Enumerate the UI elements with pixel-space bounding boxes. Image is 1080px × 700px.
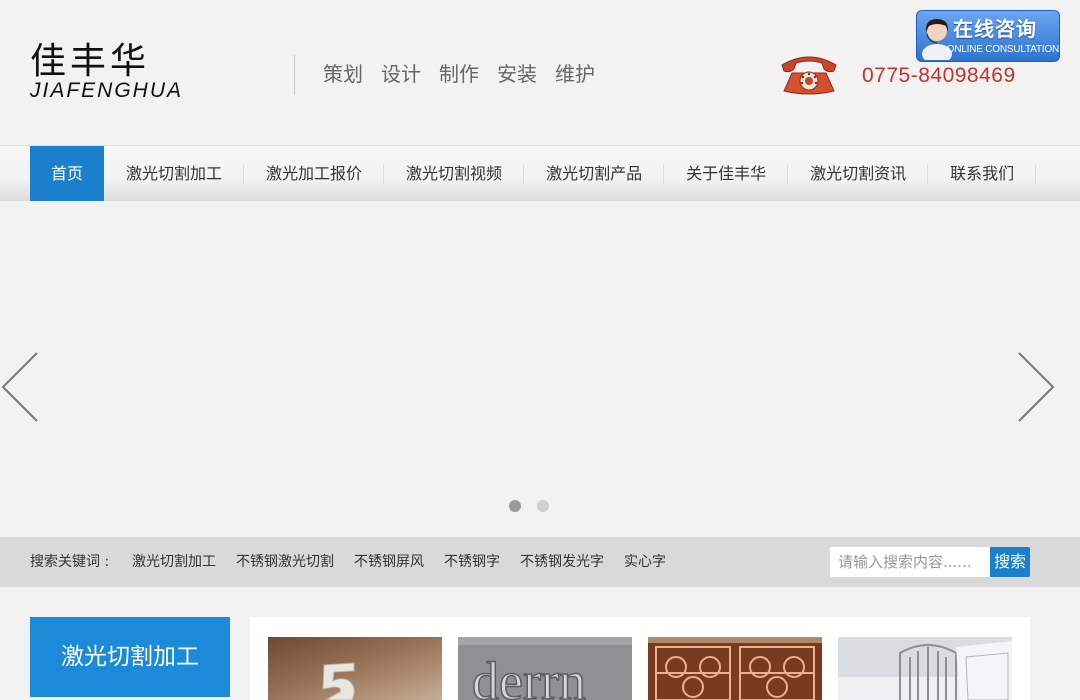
product-thumbnail[interactable] [838,637,1012,700]
slogan-item: 策划 [323,62,363,86]
search-button[interactable]: 搜索 [990,547,1030,577]
slogan-item: 安装 [497,62,537,86]
search-bar: 搜索关键词 : 激光切割加工 不锈钢激光切割 不锈钢屏风 不锈钢字 不锈钢发光字… [0,537,1080,587]
nav-item-about[interactable]: 关于佳丰华 [664,146,789,202]
consult-label-en: ONLINE CONSULTATION [946,44,1059,55]
phone-number: 0775-84098469 [862,64,1016,87]
nav-list: 首页 激光切割加工 激光加工报价 激光切割视频 激光切割产品 关于佳丰华 激光切… [30,146,1037,202]
keyword-link[interactable]: 不锈钢屏风 [354,553,424,571]
product-thumbnail[interactable]: derrn [458,637,632,700]
nav-item-video[interactable]: 激光切割视频 [384,146,525,202]
keyword-list: 激光切割加工 不锈钢激光切割 不锈钢屏风 不锈钢字 不锈钢发光字 实心字 [132,553,666,571]
main-nav: 首页 激光切割加工 激光加工报价 激光切割视频 激光切割产品 关于佳丰华 激光切… [0,145,1080,202]
slider-dot[interactable] [537,500,549,512]
logo-text-en: JIAFENGHUA [30,79,184,102]
keyword-link[interactable]: 不锈钢字 [444,553,500,571]
header-divider [294,55,295,95]
logo[interactable]: 佳丰华 JIAFENGHUA [30,41,265,102]
search-input[interactable] [830,547,990,577]
slider-dot[interactable] [509,500,521,512]
keyword-link[interactable]: 激光切割加工 [132,553,216,571]
product-thumbnail[interactable] [648,637,822,700]
nav-item-news[interactable]: 激光切割资讯 [788,146,929,202]
product-gallery: derrn [250,617,1030,700]
online-consultation-button[interactable]: 在线咨询 ONLINE CONSULTATION [916,10,1060,62]
product-thumbnail-text: derrn [472,651,586,700]
keywords-label: 搜索关键词 : [30,554,110,570]
keyword-link[interactable]: 不锈钢发光字 [520,553,604,571]
slogan-list: 策划 设计 制作 安装 维护 [323,60,595,88]
header: 佳丰华 JIAFENGHUA 策划 设计 制作 安装 维护 0775-84098… [0,0,1080,145]
keyword-link[interactable]: 实心字 [624,553,666,571]
telephone-icon [781,56,837,95]
product-thumbnail[interactable] [268,637,442,700]
chevron-right-icon[interactable] [1016,351,1056,423]
logo-text-cn: 佳丰华 [30,41,151,82]
slogan-item: 制作 [439,62,479,86]
nav-item-home[interactable]: 首页 [30,146,105,202]
slogan-item: 维护 [555,62,595,86]
chevron-left-icon[interactable] [0,351,40,423]
banner-slider [0,201,1080,537]
nav-item-contact[interactable]: 联系我们 [928,146,1037,202]
slider-dots [509,500,549,512]
nav-item-laser-cutting[interactable]: 激光切割加工 [104,146,245,202]
slogan-item: 设计 [381,62,421,86]
consult-label-cn: 在线咨询 [953,17,1037,41]
nav-item-quote[interactable]: 激光加工报价 [244,146,385,202]
keyword-link[interactable]: 不锈钢激光切割 [236,553,334,571]
category-title[interactable]: 激光切割加工 [30,617,230,697]
nav-item-products[interactable]: 激光切割产品 [524,146,665,202]
